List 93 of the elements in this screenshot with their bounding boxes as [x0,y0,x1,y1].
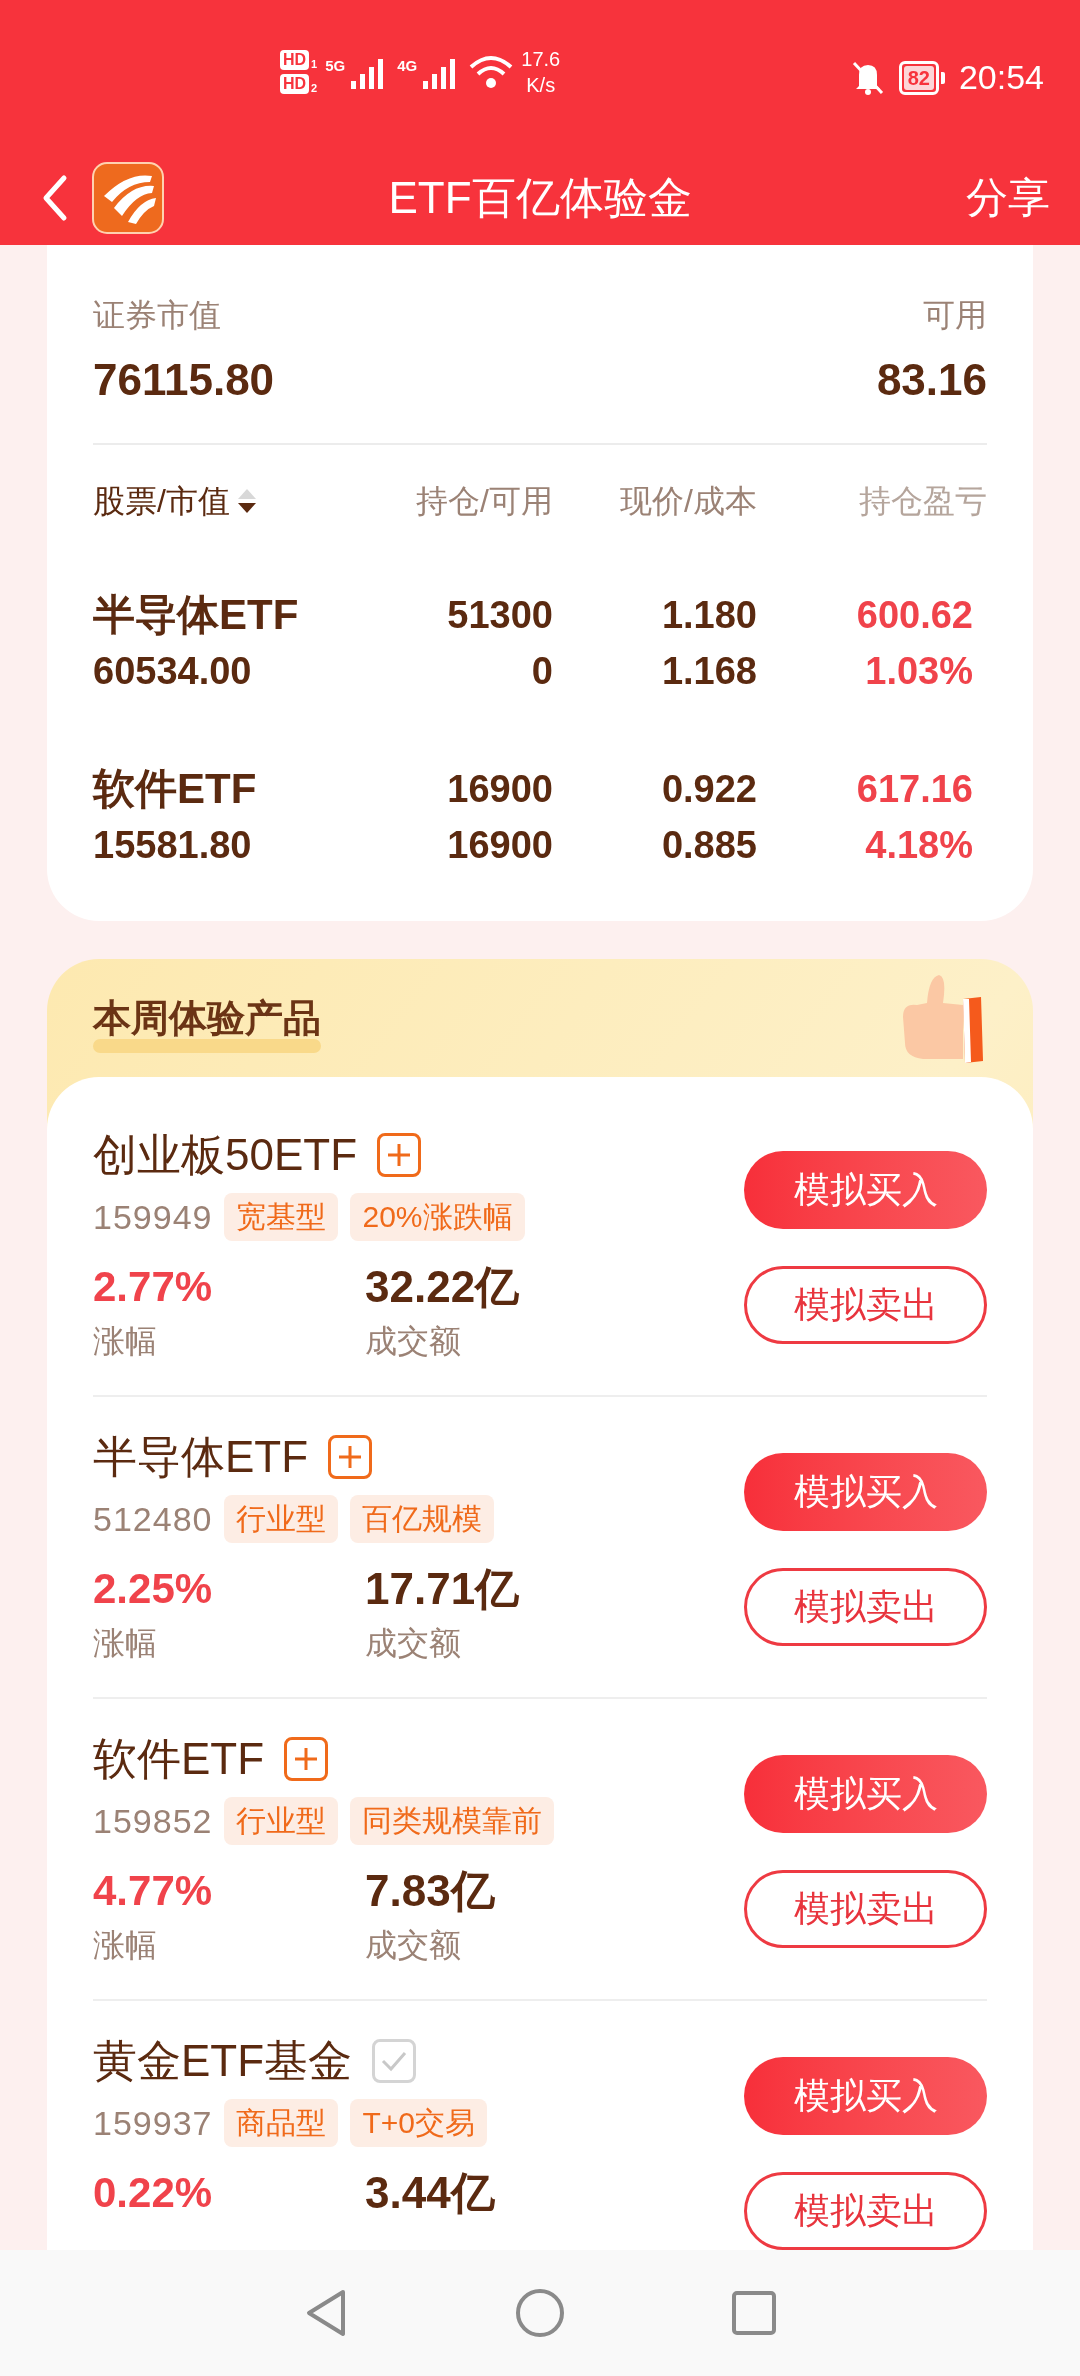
market-value: 76115.80 [93,354,275,406]
buy-button[interactable]: 模拟买入 [744,1151,987,1229]
product-tag: 行业型 [224,1797,339,1845]
turnover-amount: 32.22亿 [365,1261,520,1313]
available-quantity: 16900 [447,823,553,868]
change-percent: 2.25% [93,1564,214,1614]
plus-icon [386,1142,413,1168]
cost-price: 1.168 [661,649,757,694]
product-name[interactable]: 软件ETF [93,1726,265,1792]
check-icon [380,2049,409,2073]
profit-amount: 600.62 [856,593,973,638]
back-icon [42,173,68,222]
home-circle-icon [515,2288,565,2338]
turnover-label: 成交额 [365,1322,462,1361]
add-watchlist-button[interactable] [377,1133,422,1177]
position-quantity: 16900 [447,767,553,812]
fund-code: 512480 [93,1498,213,1540]
sell-button[interactable]: 模拟卖出 [744,1870,987,1948]
battery-level: 82 [903,65,934,90]
network-type: 4G [397,56,418,76]
sim-slot: 2 [311,82,318,94]
product-tag: T+0交易 [350,2099,487,2147]
fund-code: 159937 [93,2102,213,2144]
change-percent: 2.77% [93,1262,214,1312]
network-type: 5G [325,56,346,76]
current-price: 1.180 [661,593,757,638]
product-tag: 行业型 [224,1495,339,1543]
column-header: 现价/成本 [619,482,757,521]
available-label: 可用 [923,296,987,335]
product-tag: 20%涨跌幅 [350,1193,525,1241]
turnover-amount: 17.71亿 [365,1563,520,1615]
muted-bell-icon [850,59,885,96]
available-amount: 83.16 [876,354,987,406]
market-value: 60534.00 [93,649,253,694]
turnover-amount: 3.44亿 [365,2167,495,2219]
product-tag: 百亿规模 [350,1495,495,1543]
network-speed: 17.6 [521,47,561,72]
profit-amount: 617.16 [856,767,973,812]
stock-name: 半导体ETF [93,590,300,640]
wifi-icon [469,55,514,89]
current-price: 0.922 [661,767,757,812]
plus-icon [337,1444,364,1470]
section-title: 本周体验产品 [93,996,321,1039]
clock: 20:54 [958,57,1044,98]
profit-percent: 4.18% [865,823,973,868]
buy-button[interactable]: 模拟买入 [744,1453,987,1531]
position-quantity: 51300 [447,593,553,638]
added-checkbox[interactable] [372,2039,417,2083]
product-name[interactable]: 半导体ETF [93,1424,309,1490]
product-tag: 宽基型 [224,1193,339,1241]
product-name[interactable]: 创业板50ETF [93,1122,358,1188]
stock-name: 软件ETF [93,764,258,814]
hd-indicator: HD [280,74,310,94]
holding-row[interactable]: 半导体ETF 60534.00 51300 0 1.180 1.168 600.62 1.03% [93,587,987,699]
sell-button[interactable]: 模拟卖出 [744,1266,987,1344]
recents-square-icon [731,2290,777,2336]
speed-unit: K/s [526,73,556,98]
buy-button[interactable]: 模拟买入 [744,1755,987,1833]
home-button[interactable] [515,2288,565,2338]
profit-percent: 1.03% [865,649,973,694]
change-label: 涨幅 [93,1926,158,1965]
fund-code: 159852 [93,1800,213,1842]
cost-price: 0.885 [661,823,757,868]
plus-icon [293,1746,320,1772]
page-title: ETF百亿体验金 [388,171,692,224]
product-tag: 同类规模靠前 [350,1797,555,1845]
fund-code: 159949 [93,1196,213,1238]
buy-button[interactable]: 模拟买入 [744,2057,987,2135]
recents-button[interactable] [731,2290,777,2336]
holding-row[interactable]: 软件ETF 15581.80 16900 16900 0.922 0.885 617.16 4.18% [93,761,987,873]
product-tag: 商品型 [224,2099,339,2147]
column-header[interactable]: 股票/市值 [93,477,230,525]
market-value: 15581.80 [93,823,253,868]
available-quantity: 0 [531,649,553,694]
column-header: 持仓/可用 [415,482,553,521]
market-value-label: 证券市值 [93,296,221,335]
change-percent: 4.77% [93,1866,214,1916]
app-logo-icon [92,161,164,234]
hd-indicator: HD [280,50,310,70]
sell-button[interactable]: 模拟卖出 [744,1568,987,1646]
turnover-label: 成交额 [365,1926,462,1965]
sell-button[interactable]: 模拟卖出 [744,2172,987,2250]
add-watchlist-button[interactable] [284,1737,329,1781]
sim-slot: 1 [311,58,318,70]
change-label: 涨幅 [93,1624,158,1663]
change-percent: 0.22% [93,2168,214,2218]
add-watchlist-button[interactable] [328,1435,373,1479]
column-header: 持仓盈亏 [858,482,987,521]
share-button[interactable]: 分享 [966,166,1050,229]
product-name[interactable]: 黄金ETF基金 [93,2028,353,2094]
turnover-label: 成交额 [365,1624,462,1663]
change-label: 涨幅 [93,1322,158,1361]
turnover-amount: 7.83亿 [365,1865,495,1917]
